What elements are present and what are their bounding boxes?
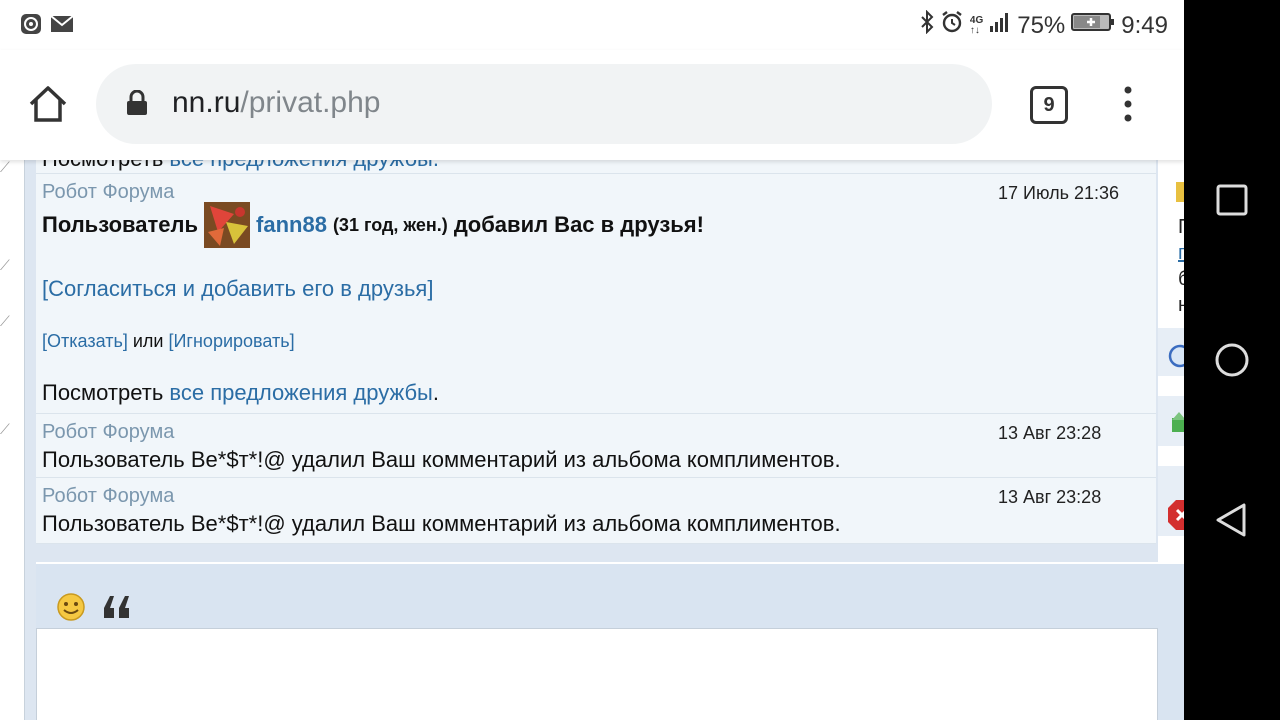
message-sender[interactable]: Робот Форума bbox=[42, 421, 174, 444]
strip-mark: ⟋ bbox=[0, 421, 10, 437]
message-text: Пользователь Be*$т*!@ удалил Ваш коммент… bbox=[42, 447, 841, 472]
message-row: Робот Форума 13 Авг 23:28 Пользователь B… bbox=[36, 414, 1156, 478]
all-friend-requests-link[interactable]: все предложения дружбы bbox=[169, 380, 432, 405]
message-date: 13 Авг 23:28 bbox=[998, 423, 1102, 443]
or-text: или bbox=[132, 331, 164, 351]
smiley-button[interactable] bbox=[56, 592, 86, 627]
text-after: добавил Вас в друзья! bbox=[453, 212, 704, 237]
message-sender[interactable]: Робот Форума bbox=[42, 485, 174, 508]
tab-switcher-button[interactable]: 9 bbox=[1030, 86, 1068, 124]
message-row: Робот Форума 13 Авг 23:28 Пользователь B… bbox=[36, 478, 1156, 544]
green-icon[interactable] bbox=[1172, 412, 1184, 439]
page-content: ⟋ ⟋ ⟋ ⟋ Посмотреть все предложения дружб… bbox=[0, 160, 1184, 720]
network-type: 4G ↑↓ bbox=[969, 14, 984, 36]
back-button[interactable] bbox=[1212, 500, 1252, 540]
quote-icon bbox=[104, 596, 129, 618]
recents-button[interactable] bbox=[1212, 180, 1252, 220]
message-date: 17 Июль 21:36 bbox=[998, 183, 1119, 203]
url-domain: nn.ru bbox=[172, 86, 241, 119]
clock-time: 9:49 bbox=[1121, 11, 1168, 39]
friend-request-message: Робот Форума 17 Июль 21:36 Пользователь … bbox=[36, 174, 1156, 414]
signal-icon bbox=[989, 11, 1011, 40]
view-prefix: Посмотреть bbox=[42, 380, 164, 405]
data-activity-label: ↑↓ bbox=[969, 24, 980, 36]
message-row-partial: Посмотреть все предложения дружбы. bbox=[36, 160, 1156, 174]
message-textarea[interactable] bbox=[36, 628, 1158, 720]
user-avatar[interactable] bbox=[204, 202, 251, 248]
message-text: Посмотреть все предложения дружбы. bbox=[42, 160, 439, 172]
message-date: 13 Авг 23:28 bbox=[998, 487, 1102, 507]
address-bar[interactable]: nn.ru/privat.php bbox=[96, 64, 992, 144]
home-button[interactable] bbox=[26, 82, 70, 126]
accept-friend-link[interactable]: [Согласиться и добавить его в друзья] bbox=[42, 276, 433, 302]
browser-globe-icon[interactable] bbox=[1168, 344, 1184, 373]
message-sender[interactable]: Робот Форума bbox=[42, 181, 174, 204]
message-text: Пользователь Be*$т*!@ удалил Ваш коммент… bbox=[42, 511, 841, 536]
user-meta: (31 год, жен.) bbox=[332, 214, 448, 235]
gallery-notification-icon bbox=[20, 13, 42, 40]
messages-panel: Посмотреть все предложения дружбы. Робот… bbox=[36, 160, 1156, 544]
view-prefix: Посмотреть bbox=[42, 160, 163, 171]
left-sidebar-edge: ⟋ ⟋ ⟋ ⟋ bbox=[0, 160, 25, 720]
view-suffix: . bbox=[432, 380, 439, 405]
home-icon bbox=[29, 86, 67, 122]
view-all-row: Посмотреть все предложения дружбы. bbox=[42, 380, 439, 406]
close-red-icon[interactable] bbox=[1168, 500, 1184, 535]
reply-compose-area bbox=[36, 562, 1184, 720]
more-menu-button[interactable] bbox=[1118, 84, 1138, 124]
username-link[interactable]: fann88 bbox=[256, 212, 327, 238]
star-icon bbox=[1176, 182, 1184, 202]
friend-request-text: Пользователь fann88 (31 год, жен.) добав… bbox=[42, 202, 704, 248]
url-path: /privat.php bbox=[240, 86, 381, 119]
decline-ignore-row: [Отказать] или [Игнорировать] bbox=[42, 331, 295, 352]
text-before: Пользователь bbox=[42, 212, 199, 237]
quote-button[interactable] bbox=[102, 594, 132, 625]
lock-icon bbox=[126, 89, 148, 121]
all-friend-requests-link[interactable]: все предложения дружбы. bbox=[169, 160, 439, 171]
alarm-icon bbox=[940, 10, 964, 41]
strip-mark: ⟋ bbox=[0, 257, 10, 273]
smiley-icon bbox=[57, 593, 85, 621]
battery-charging-icon bbox=[1071, 11, 1115, 40]
strip-mark: ⟋ bbox=[0, 160, 10, 175]
battery-percent: 75% bbox=[1017, 11, 1066, 39]
network-type-label: 4G bbox=[969, 14, 984, 26]
status-bar: 4G ↑↓ 75% 9:49 bbox=[0, 0, 1184, 50]
home-circle-icon bbox=[1215, 343, 1249, 377]
recents-icon bbox=[1216, 184, 1248, 216]
android-nav-bar bbox=[1184, 0, 1280, 720]
ignore-link[interactable]: [Игнорировать] bbox=[168, 331, 294, 351]
mail-notification-icon bbox=[50, 14, 74, 39]
bluetooth-icon bbox=[920, 9, 934, 41]
strip-mark: ⟋ bbox=[0, 313, 10, 329]
home-nav-button[interactable] bbox=[1212, 340, 1252, 380]
more-vert-icon bbox=[1124, 86, 1132, 122]
url-text: nn.ru/privat.php bbox=[172, 86, 380, 120]
decline-link[interactable]: [Отказать] bbox=[42, 331, 128, 351]
back-triangle-icon bbox=[1216, 503, 1246, 537]
browser-toolbar: nn.ru/privat.php 9 bbox=[0, 50, 1184, 160]
